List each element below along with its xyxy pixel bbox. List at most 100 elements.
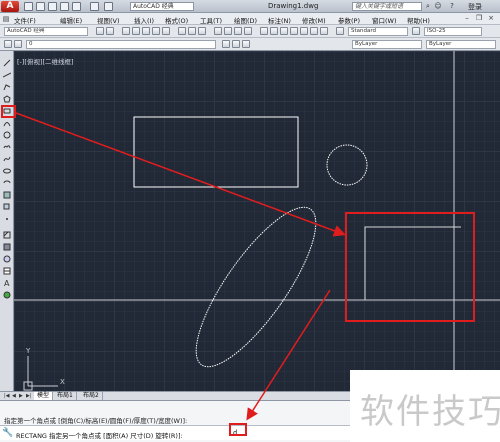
menu-help[interactable]: 帮助(H) bbox=[407, 15, 430, 25]
add-selected-icon[interactable] bbox=[3, 291, 11, 299]
close-icon[interactable]: × bbox=[486, 14, 496, 23]
cut-icon[interactable] bbox=[178, 27, 186, 35]
tab-first-icon[interactable]: |◀ bbox=[4, 393, 10, 399]
design-center-icon[interactable] bbox=[270, 27, 278, 35]
rectangle-shape[interactable] bbox=[133, 116, 299, 188]
dim-style-combo[interactable]: ISO-25 bbox=[424, 27, 482, 36]
login-button[interactable]: 登录 bbox=[468, 2, 482, 12]
revision-cloud-icon[interactable] bbox=[3, 143, 11, 151]
calculator-icon[interactable] bbox=[310, 27, 318, 35]
highlight-rectangle-preview bbox=[345, 212, 475, 322]
gear-icon[interactable] bbox=[96, 27, 104, 35]
tab-prev-icon[interactable]: ◀ bbox=[12, 393, 16, 399]
help-icon[interactable]: ? bbox=[448, 2, 456, 10]
text-style-icon[interactable] bbox=[336, 27, 344, 35]
paste-icon[interactable] bbox=[198, 27, 206, 35]
construction-line-icon[interactable] bbox=[3, 71, 11, 79]
menu-parametric[interactable]: 参数(P) bbox=[338, 15, 360, 25]
menu-tools[interactable]: 工具(T) bbox=[200, 15, 222, 25]
circle-shape[interactable] bbox=[326, 144, 368, 186]
print-icon[interactable] bbox=[152, 27, 160, 35]
search-icon[interactable]: ⌕ bbox=[424, 2, 432, 10]
insert-block-icon[interactable] bbox=[3, 191, 11, 199]
workspace-combo[interactable]: AutoCAD 经典 bbox=[4, 27, 88, 36]
undo-icon[interactable] bbox=[90, 2, 99, 11]
redo-icon[interactable] bbox=[104, 2, 113, 11]
properties-icon[interactable] bbox=[260, 27, 268, 35]
lock-icon[interactable] bbox=[106, 27, 114, 35]
layer-previous-icon[interactable] bbox=[232, 40, 240, 48]
workspace-select[interactable]: AutoCAD 经典 bbox=[130, 2, 194, 11]
sheet-set-icon[interactable] bbox=[290, 27, 298, 35]
ellipse-arc-icon[interactable] bbox=[3, 179, 11, 187]
restore-icon[interactable]: ❐ bbox=[474, 14, 484, 23]
ucs-x-label: X bbox=[60, 378, 65, 386]
gradient-icon[interactable] bbox=[3, 243, 11, 251]
help-search-input[interactable]: 键入关键字或短语 bbox=[352, 2, 422, 11]
zoom-icon[interactable] bbox=[224, 27, 232, 35]
save-icon[interactable] bbox=[48, 2, 57, 11]
tab-layout2[interactable]: 布局2 bbox=[80, 392, 103, 400]
markup-icon[interactable] bbox=[300, 27, 308, 35]
match-layer-icon[interactable] bbox=[242, 40, 250, 48]
color-combo[interactable]: ByLayer bbox=[352, 40, 422, 49]
minimize-icon[interactable]: – bbox=[462, 14, 472, 23]
wrench-icon[interactable]: 🔧 bbox=[2, 428, 13, 438]
spline-icon[interactable] bbox=[3, 155, 11, 163]
viewport-controls-label[interactable]: [-][俯视][二维线框] bbox=[17, 56, 74, 66]
help-icon[interactable] bbox=[320, 27, 328, 35]
save-as-icon[interactable] bbox=[60, 2, 69, 11]
zoom-window-icon[interactable] bbox=[234, 27, 242, 35]
tab-next-icon[interactable]: ▶ bbox=[19, 393, 23, 399]
save-icon[interactable] bbox=[142, 27, 150, 35]
tab-model[interactable]: 模型 bbox=[34, 392, 54, 400]
document-icon: ▤ bbox=[2, 15, 10, 23]
menu-insert[interactable]: 插入(I) bbox=[134, 15, 154, 25]
menu-edit[interactable]: 编辑(E) bbox=[60, 15, 82, 25]
menu-file[interactable]: 文件(F) bbox=[14, 15, 36, 25]
new-icon[interactable] bbox=[122, 27, 130, 35]
polyline-icon[interactable] bbox=[3, 83, 11, 91]
zoom-previous-icon[interactable] bbox=[244, 27, 252, 35]
pan-icon[interactable] bbox=[214, 27, 222, 35]
region-icon[interactable] bbox=[3, 255, 11, 263]
plot-icon[interactable] bbox=[72, 2, 81, 11]
preview-icon[interactable] bbox=[162, 27, 170, 35]
menu-modify[interactable]: 修改(M) bbox=[302, 15, 326, 25]
tab-last-icon[interactable]: ▶| bbox=[26, 393, 32, 399]
menu-format[interactable]: 格式(O) bbox=[165, 15, 188, 25]
line-icon[interactable] bbox=[3, 59, 11, 67]
tool-palette-icon[interactable] bbox=[280, 27, 288, 35]
layer-manager-icon[interactable] bbox=[4, 40, 12, 48]
copy-icon[interactable] bbox=[188, 27, 196, 35]
dim-style-icon[interactable] bbox=[412, 27, 420, 35]
user-icon[interactable]: ☺ bbox=[434, 2, 442, 10]
hatch-icon[interactable] bbox=[3, 231, 11, 239]
multiline-text-icon[interactable]: A bbox=[3, 279, 11, 287]
layer-combo[interactable]: 0 bbox=[26, 40, 216, 49]
open-file-icon[interactable] bbox=[36, 2, 45, 11]
arc-icon[interactable] bbox=[3, 119, 11, 127]
make-current-icon[interactable] bbox=[222, 40, 230, 48]
ellipse-icon[interactable] bbox=[3, 167, 11, 175]
open-icon[interactable] bbox=[132, 27, 140, 35]
make-block-icon[interactable] bbox=[3, 203, 11, 211]
layout-tabs: |◀ ◀ ▶ ▶| 模型 布局1 布局2 bbox=[0, 391, 350, 400]
menu-window[interactable]: 窗口(W) bbox=[372, 15, 397, 25]
command-prompt: RECTANG 指定另一个角点或 [面积(A) 尺寸(D) 旋转(R)]: bbox=[16, 432, 183, 440]
layer-state-icon[interactable] bbox=[14, 40, 22, 48]
table-icon[interactable] bbox=[3, 267, 11, 275]
point-icon[interactable] bbox=[3, 215, 11, 223]
text-style-combo[interactable]: Standard bbox=[348, 27, 408, 36]
polygon-icon[interactable] bbox=[3, 95, 11, 103]
new-file-icon[interactable] bbox=[24, 2, 33, 11]
menu-dimension[interactable]: 标注(N) bbox=[268, 15, 291, 25]
menu-draw[interactable]: 绘图(D) bbox=[234, 15, 257, 25]
menu-view[interactable]: 视图(V) bbox=[97, 15, 120, 25]
application-menu-button[interactable]: A bbox=[1, 1, 19, 12]
layers-toolbar: 0 ByLayer ByLayer bbox=[0, 38, 500, 51]
tab-layout1[interactable]: 布局1 bbox=[54, 392, 77, 400]
circle-icon[interactable] bbox=[3, 131, 11, 139]
ellipse-shape[interactable] bbox=[177, 192, 335, 382]
linetype-combo[interactable]: ByLayer bbox=[426, 40, 496, 49]
